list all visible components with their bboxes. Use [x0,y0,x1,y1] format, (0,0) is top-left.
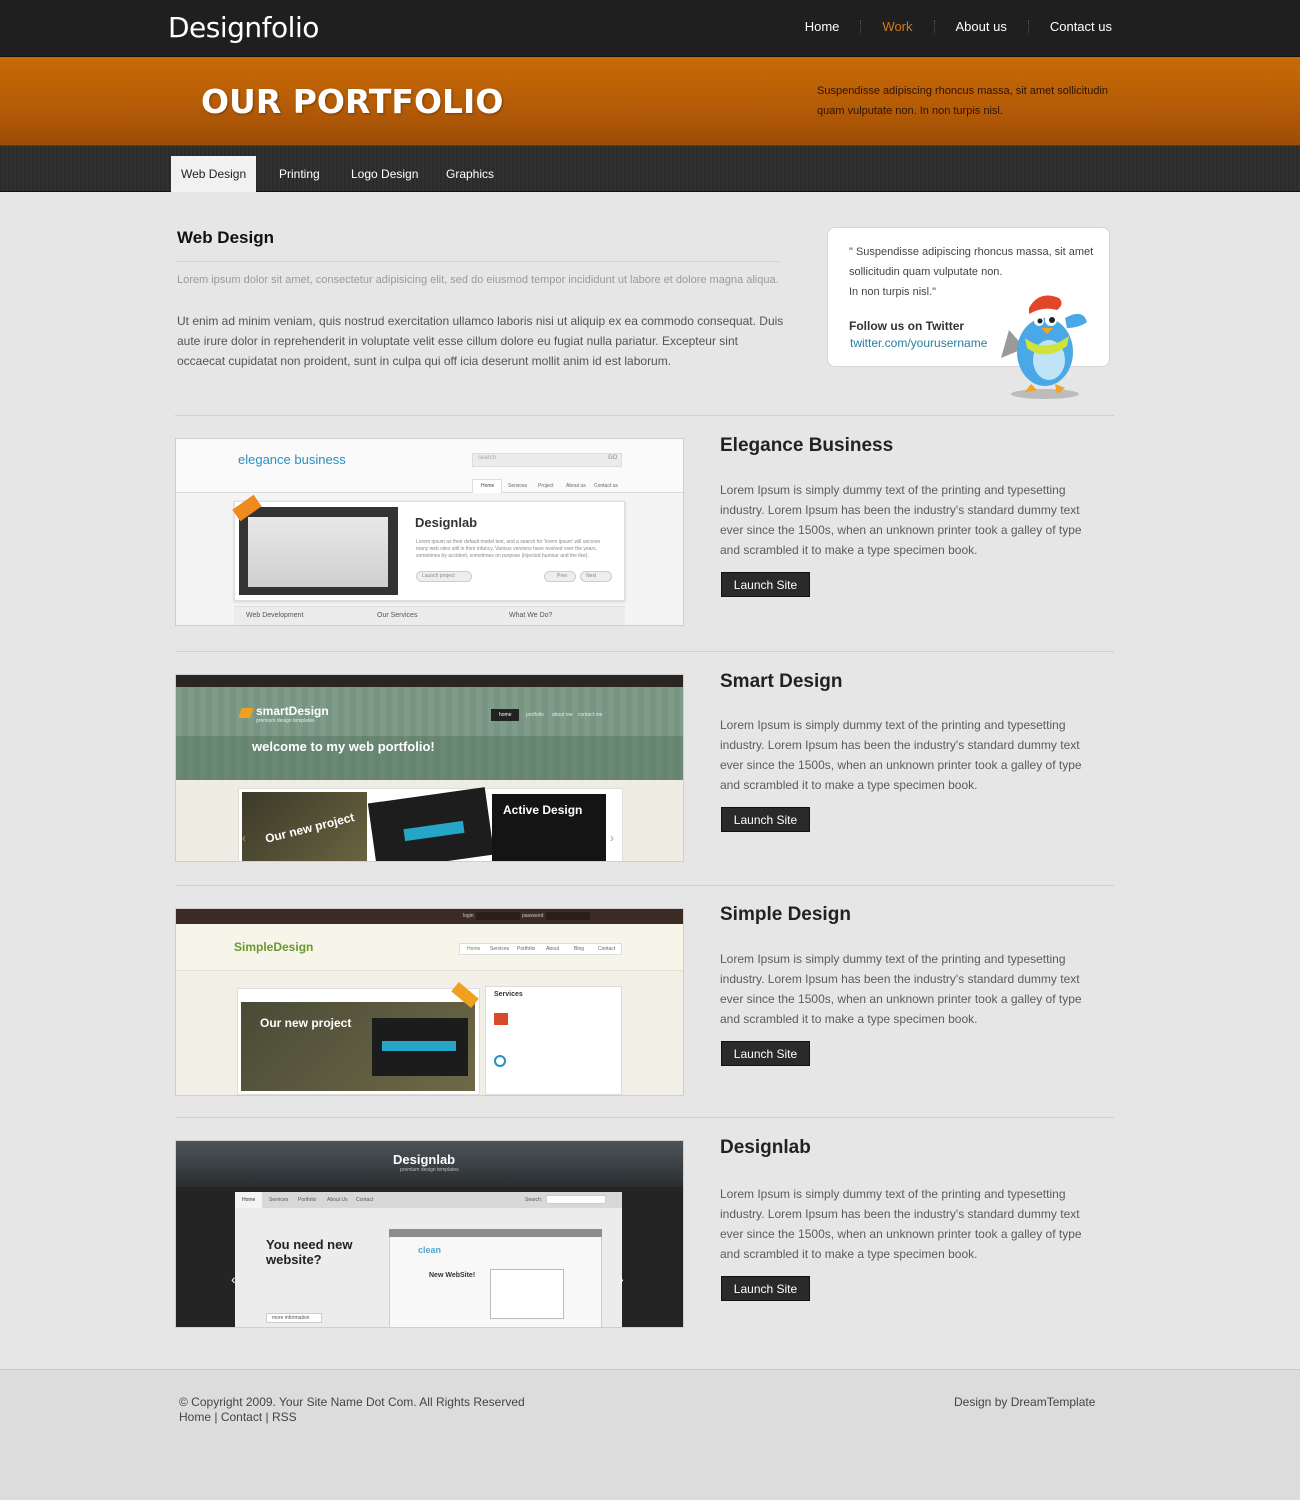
nav-work[interactable]: Work [882,19,912,34]
footer-link-contact[interactable]: Contact [221,1410,262,1424]
main-nav: Home Work About us Contact us [805,19,1112,34]
search-icon [494,1055,506,1067]
nav-home[interactable]: Home [805,19,840,34]
design-credit[interactable]: Design by DreamTemplate [954,1395,1095,1409]
chevron-right-icon: › [610,831,614,845]
item-title: Smart Design [720,671,843,692]
launch-site-button[interactable]: Launch Site [721,1041,810,1066]
category-tabs: Web Design Printing Logo Design Graphics [0,146,1300,192]
divider [176,261,780,262]
twitter-bird-icon [1001,295,1087,399]
item-description: Lorem Ipsum is simply dummy text of the … [720,952,1082,1026]
item-description: Lorem Ipsum is simply dummy text of the … [720,1187,1082,1261]
item-screenshot[interactable]: Designlab premium design templates Home … [175,1140,684,1328]
nav-about[interactable]: About us [956,19,1007,34]
footer-link-rss[interactable]: RSS [272,1410,297,1424]
footer-link-home[interactable]: Home [179,1410,211,1424]
footer-links: Home | Contact | RSS [179,1410,297,1424]
nav-divider [933,19,935,34]
tab-graphics[interactable]: Graphics [436,156,504,192]
launch-site-button[interactable]: Launch Site [721,572,810,597]
banner-text: Suspendisse adipiscing rhoncus massa, si… [817,85,1109,117]
tab-web-design[interactable]: Web Design [171,156,257,192]
item-title: Elegance Business [720,435,894,456]
footer: © Copyright 2009. Your Site Name Dot Com… [0,1369,1300,1500]
divider [175,1117,1114,1118]
chevron-left-icon: ‹ [231,1271,236,1287]
section-lead: Lorem ipsum dolor sit amet, consectetur … [177,274,779,286]
copyright: © Copyright 2009. Your Site Name Dot Com… [179,1395,525,1409]
section-title: Web Design [177,228,274,247]
shot-brand: elegance business [238,452,346,467]
item-title: Simple Design [720,904,851,925]
launch-site-button[interactable]: Launch Site [721,1276,810,1301]
gift-icon [494,1013,508,1025]
divider [175,885,1114,886]
twitter-link[interactable]: twitter.com/yourusername [850,336,987,350]
site-logo[interactable]: Designfolio [168,11,319,44]
nav-divider [860,19,862,34]
tab-printing[interactable]: Printing [269,156,330,192]
tab-logo-design[interactable]: Logo Design [341,156,428,192]
nav-divider [1027,19,1029,34]
item-title: Designlab [720,1137,811,1158]
item-description: Lorem Ipsum is simply dummy text of the … [720,483,1082,557]
page-title: OUR PORTFOLIO [201,82,504,121]
nav-contact[interactable]: Contact us [1050,19,1112,34]
item-screenshot[interactable]: smartDesign premium design templates hom… [175,674,684,862]
section-body: Ut enim ad minim veniam, quis nostrud ex… [177,314,784,368]
item-screenshot[interactable]: login password SimpleDesign Home Service… [175,908,684,1096]
launch-site-button[interactable]: Launch Site [721,807,810,832]
divider [175,651,1114,652]
twitter-follow-label: Follow us on Twitter [849,319,965,333]
item-screenshot[interactable]: elegance business search GO Home Service… [175,438,684,626]
top-header: Designfolio Home Work About us Contact u… [0,0,1300,57]
item-description: Lorem Ipsum is simply dummy text of the … [720,718,1082,792]
divider [175,415,1114,416]
chevron-right-icon: › [619,1271,624,1287]
chevron-left-icon: ‹ [242,831,246,845]
